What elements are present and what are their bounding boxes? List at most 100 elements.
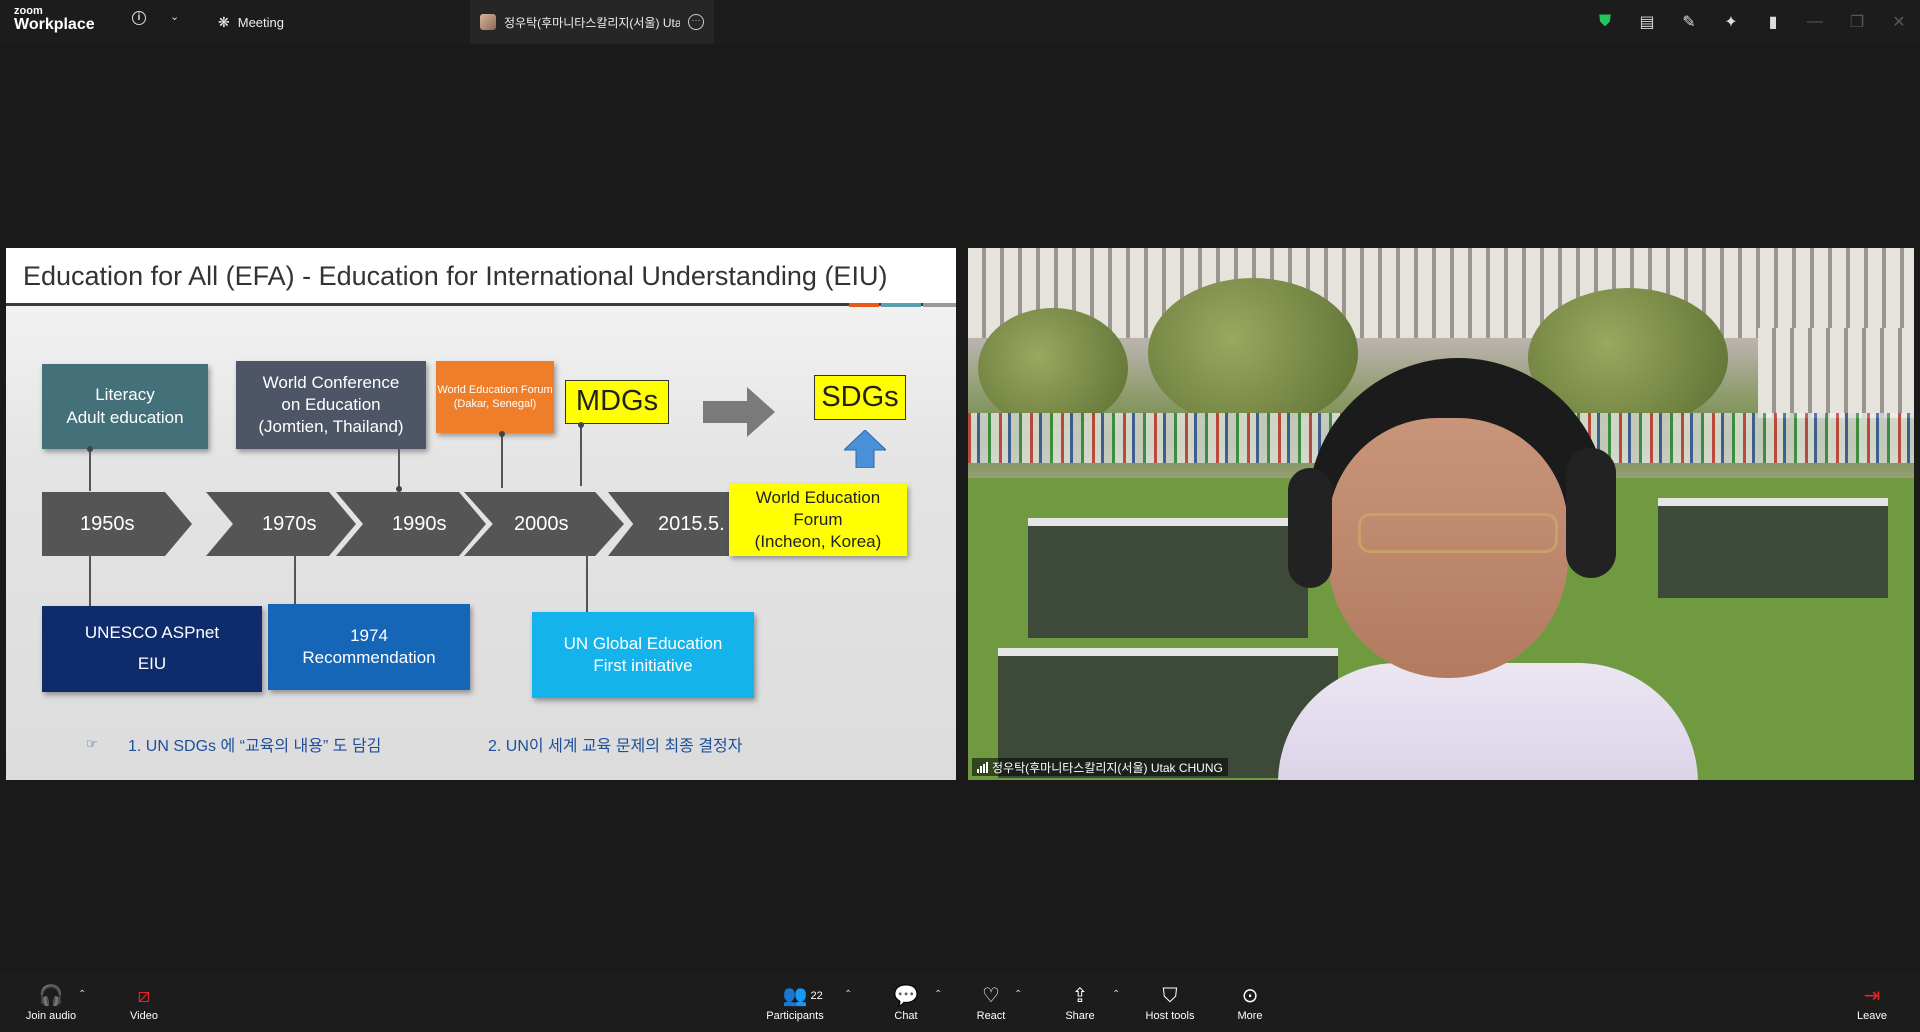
react-options-chevron-icon[interactable]: ⌃ (1014, 989, 1022, 1000)
connector (501, 433, 503, 488)
box-aspnet-line1: UNESCO ASPnet (84, 623, 220, 643)
box-gefi-line2: First initiative (593, 656, 693, 675)
box-literacy-line2: Adult education (66, 407, 184, 427)
tab-meeting-label: Meeting (237, 14, 284, 30)
background-courtyard (1658, 498, 1888, 598)
video-label: Video (130, 1009, 158, 1022)
window-controls: ⛊ ▤ ✎ ✦ ▮ — ❐ ✕ (1584, 0, 1920, 44)
restore-icon[interactable]: ❐ (1836, 12, 1878, 32)
background-courtyard (1028, 518, 1308, 638)
shared-slide: Education for All (EFA) - Education for … (6, 248, 956, 780)
timeline-1950s: 1950s (42, 492, 192, 556)
chevron-down-icon[interactable]: ⌄ (170, 10, 179, 23)
box-wef-incheon: World Education Forum (Incheon, Korea) (729, 484, 907, 556)
participants-options-chevron-icon[interactable]: ⌃ (844, 989, 852, 1000)
connector (294, 552, 296, 604)
participants-label: Participants (766, 1009, 824, 1022)
more-icon: ⊙ (1241, 984, 1259, 1007)
box-incheon-line1: World Education (755, 487, 881, 507)
connector-dot (578, 422, 584, 428)
rule-accent-teal (881, 303, 921, 307)
box-gefi-line1: UN Global Education (563, 633, 723, 653)
participant-name-tag: 정우탁(후마니타스칼리지(서울) Utak CHUNG (972, 758, 1228, 776)
box-wc-line3: (Jomtien, Thailand) (258, 417, 404, 437)
box-aspnet-line2: EIU (137, 654, 167, 673)
background-building (1758, 328, 1914, 418)
react-label: React (976, 1009, 1006, 1022)
box-literacy: Literacy Adult education (42, 364, 208, 449)
box-world-conference: World Conference on Education (Jomtien, Th… (236, 361, 426, 449)
box-un-global-education: UN Global Education First initiative (532, 612, 754, 698)
timeline-1970s: 1970s (206, 492, 356, 556)
shield-icon[interactable]: ⛊ (1584, 13, 1626, 31)
connector-dot (87, 446, 93, 452)
box-aspnet: UNESCO ASPnet EIU (42, 606, 262, 692)
title-bar: zoom Workplace i ⌄ ❋ Meeting 정우탁(후마니타스칼리… (0, 0, 1920, 44)
more-label: More (1237, 1009, 1263, 1022)
connector (89, 552, 91, 606)
paw-icon: ❋ (218, 13, 230, 30)
participants-count: 22 (810, 989, 823, 1002)
headphones-icon: 🎧 (38, 984, 64, 1007)
tab-meeting[interactable]: ❋ Meeting (218, 0, 284, 44)
box-wc-line1: World Conference (262, 372, 400, 392)
signal-icon (977, 761, 988, 773)
video-button[interactable]: ⧄ Video (122, 973, 166, 1032)
headset-icon (1288, 468, 1332, 588)
connector-dot (396, 486, 402, 492)
box-dakar-line2: (Dakar, Senegal) (453, 398, 537, 410)
avatar (480, 14, 496, 30)
box-mdgs: MDGs (565, 380, 669, 424)
footnote-1: 1. UN SDGs 에 “교육의 내용” 도 담김 (128, 738, 382, 755)
react-button[interactable]: ♡ React (970, 973, 1012, 1032)
box-dakar-line1: World Education Forum (437, 383, 553, 396)
slide-title-rule (6, 303, 956, 306)
share-options-chevron-icon[interactable]: ⌃ (1112, 989, 1120, 1000)
arrow-right-icon (703, 387, 775, 437)
sparkle-icon[interactable]: ✦ (1710, 12, 1752, 32)
notes-icon[interactable]: ▤ (1626, 12, 1668, 32)
box-1974-recommendation: 1974 Recommendation (268, 604, 470, 690)
close-icon[interactable]: ✕ (1878, 12, 1920, 32)
tab-participant-title: 정우탁(후마니타스칼리지(서울) Utak CHUNG (504, 15, 680, 30)
arrow-up-icon (844, 430, 886, 468)
minimize-icon[interactable]: — (1794, 13, 1836, 31)
join-audio-button[interactable]: 🎧 Join audio (20, 973, 82, 1032)
timeline-2015: 2015.5. (608, 492, 748, 556)
rule-accent-orange (849, 303, 879, 307)
logo-large-text: Workplace (14, 16, 95, 33)
background-tree (1148, 278, 1358, 428)
pen-icon[interactable]: ✎ (1668, 12, 1710, 32)
box-incheon-line3: (Incheon, Korea) (754, 532, 882, 552)
zoom-logo: zoom Workplace (14, 6, 104, 33)
chat-options-chevron-icon[interactable]: ⌃ (934, 989, 942, 1000)
participants-button[interactable]: 👥 22 Participants (762, 973, 828, 1032)
rule-accent-gray (923, 303, 956, 307)
audio-options-chevron-icon[interactable]: ⌃ (78, 989, 86, 1000)
footnote-marker: ☞ (86, 736, 98, 751)
tab-participant-video[interactable]: 정우탁(후마니타스칼리지(서울) Utak CHUNG ··· (470, 0, 714, 44)
more-button[interactable]: ⊙ More (1228, 973, 1272, 1032)
slide-title: Education for All (EFA) - Education for … (23, 261, 888, 291)
box-1974-line1: 1974 (350, 625, 388, 645)
sidebar-icon[interactable]: ▮ (1752, 12, 1794, 32)
host-tools-label: Host tools (1145, 1009, 1195, 1022)
slide-header: Education for All (EFA) - Education for … (6, 248, 956, 306)
share-icon: ⇪ (1071, 984, 1089, 1007)
leave-button[interactable]: ⇥ Leave (1852, 973, 1892, 1032)
connector (398, 449, 400, 491)
info-icon[interactable]: i (132, 11, 146, 25)
share-button[interactable]: ⇪ Share (1060, 973, 1100, 1032)
more-icon[interactable]: ··· (688, 14, 704, 30)
chat-button[interactable]: 💬 Chat (886, 973, 926, 1032)
participant-video[interactable]: 정우탁(후마니타스칼리지(서울) Utak CHUNG (968, 248, 1914, 780)
box-wc-line2: on Education (281, 394, 381, 414)
background-building (968, 248, 1914, 338)
chat-icon: 💬 (893, 984, 919, 1007)
headset-icon (1566, 448, 1616, 578)
chat-label: Chat (894, 1009, 918, 1022)
box-incheon-line2: Forum (793, 509, 843, 529)
box-literacy-line1: Literacy (95, 385, 155, 405)
host-tools-button[interactable]: ⛉ Host tools (1140, 973, 1200, 1032)
connector-dot (499, 431, 505, 437)
